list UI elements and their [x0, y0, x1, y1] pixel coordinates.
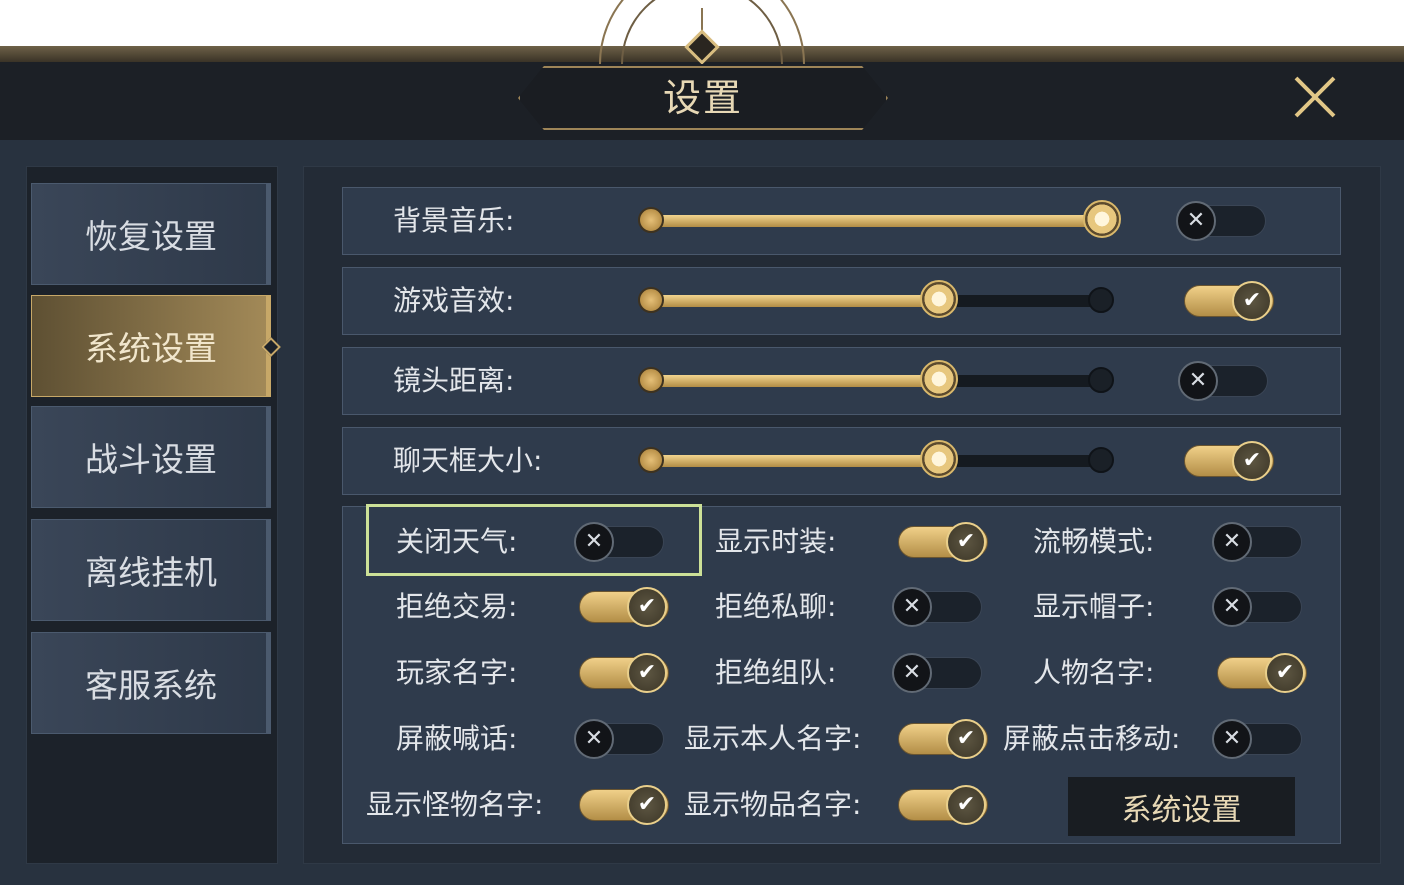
check-icon: ✔ [627, 653, 667, 693]
slider-label: 聊天框大小: [393, 444, 543, 477]
bgm-toggle[interactable]: ✕ [1176, 201, 1266, 241]
slider-start-cap [638, 287, 664, 313]
show-hat-toggle[interactable]: ✕ [1212, 587, 1302, 627]
refuse-private-chat-toggle[interactable]: ✕ [892, 587, 982, 627]
option-label-item-name: 显示物品名字: [684, 788, 862, 821]
slider-end-cap [1088, 447, 1114, 473]
sidebar-item-label: 恢复设置 [85, 217, 217, 256]
check-icon: ✔ [946, 522, 986, 562]
bgm-slider[interactable] [638, 200, 1121, 238]
item-name-toggle[interactable]: ✔ [898, 785, 988, 825]
x-icon: ✕ [1212, 522, 1252, 562]
ornament-icon [599, 0, 805, 64]
sidebar-item-label: 系统设置 [85, 329, 217, 368]
x-icon: ✕ [1176, 201, 1216, 241]
slider-fill [650, 455, 940, 467]
check-icon: ✔ [627, 587, 667, 627]
option-label-self-name: 显示本人名字: [684, 722, 862, 755]
monster-name-toggle[interactable]: ✔ [579, 785, 669, 825]
refuse-team-toggle[interactable]: ✕ [892, 653, 982, 693]
x-icon: ✕ [1212, 719, 1252, 759]
slider-start-cap [638, 207, 664, 233]
page-title: 设置 [662, 76, 743, 120]
slider-fill [650, 215, 1102, 227]
slider-label: 游戏音效: [393, 284, 515, 317]
option-label-smooth: 流畅模式: [1033, 525, 1155, 558]
x-icon: ✕ [892, 653, 932, 693]
check-icon: ✔ [946, 719, 986, 759]
slider-thumb[interactable] [920, 440, 959, 478]
option-label-trade: 拒绝交易: [396, 590, 518, 623]
camera-toggle[interactable]: ✕ [1178, 361, 1268, 401]
sidebar-item-system[interactable]: 系统设置 [31, 295, 281, 397]
smooth-mode-toggle[interactable]: ✕ [1212, 522, 1302, 562]
option-label-shout: 屏蔽喊话: [396, 722, 518, 755]
check-icon: ✔ [1232, 441, 1272, 481]
slider-label: 背景音乐: [393, 204, 515, 237]
sidebar-item-edge [266, 407, 270, 507]
option-label-team: 拒绝组队: [715, 656, 837, 689]
sidebar-item-label: 离线挂机 [85, 553, 217, 592]
chat-size-slider[interactable] [638, 440, 1114, 478]
chat-size-toggle[interactable]: ✔ [1184, 441, 1274, 481]
check-icon: ✔ [627, 785, 667, 825]
sidebar-item-offline[interactable]: 离线挂机 [31, 519, 271, 621]
check-icon: ✔ [946, 785, 986, 825]
self-name-toggle[interactable]: ✔ [898, 719, 988, 759]
close-icon[interactable] [1290, 72, 1340, 122]
check-icon: ✔ [1232, 281, 1272, 321]
sidebar-item-edge [266, 633, 270, 733]
x-icon: ✕ [1212, 587, 1252, 627]
slider-fill [650, 295, 940, 307]
x-icon: ✕ [1178, 361, 1218, 401]
slider-end-cap [1088, 367, 1114, 393]
highlight-box [366, 504, 702, 576]
slider-fill [650, 375, 940, 387]
option-label-click-move: 屏蔽点击移动: [1003, 722, 1181, 755]
sidebar-item-support[interactable]: 客服系统 [31, 632, 271, 734]
block-shout-toggle[interactable]: ✕ [574, 719, 664, 759]
sidebar-item-edge [266, 520, 270, 620]
x-icon: ✕ [574, 719, 614, 759]
slider-start-cap [638, 447, 664, 473]
fashion-toggle[interactable]: ✔ [898, 522, 988, 562]
x-icon: ✕ [892, 587, 932, 627]
option-label-hat: 显示帽子: [1033, 590, 1155, 623]
sfx-toggle[interactable]: ✔ [1184, 281, 1274, 321]
slider-start-cap [638, 367, 664, 393]
option-label-character-name: 人物名字: [1033, 656, 1155, 689]
slider-label: 镜头距离: [393, 364, 515, 397]
camera-slider[interactable] [638, 360, 1114, 398]
slider-thumb[interactable] [920, 280, 959, 318]
sidebar-item-edge [266, 184, 270, 284]
system-settings-button[interactable]: 系统设置 [1068, 777, 1295, 836]
sidebar-item-combat[interactable]: 战斗设置 [31, 406, 271, 508]
option-label-private-chat: 拒绝私聊: [715, 590, 837, 623]
option-label-fashion: 显示时装: [715, 525, 837, 558]
refuse-trade-toggle[interactable]: ✔ [579, 587, 669, 627]
player-name-toggle[interactable]: ✔ [579, 653, 669, 693]
block-click-move-toggle[interactable]: ✕ [1212, 719, 1302, 759]
slider-thumb[interactable] [920, 360, 959, 398]
slider-thumb[interactable] [1083, 200, 1121, 238]
option-label-monster-name: 显示怪物名字: [366, 788, 544, 821]
sidebar-item-restore[interactable]: 恢复设置 [31, 183, 271, 285]
sfx-slider[interactable] [638, 280, 1114, 318]
sidebar-item-label: 战斗设置 [85, 440, 217, 479]
option-label-player-name: 玩家名字: [396, 656, 518, 689]
slider-end-cap [1088, 287, 1114, 313]
character-name-toggle[interactable]: ✔ [1217, 653, 1307, 693]
check-icon: ✔ [1265, 653, 1305, 693]
sidebar-item-label: 客服系统 [85, 666, 217, 705]
